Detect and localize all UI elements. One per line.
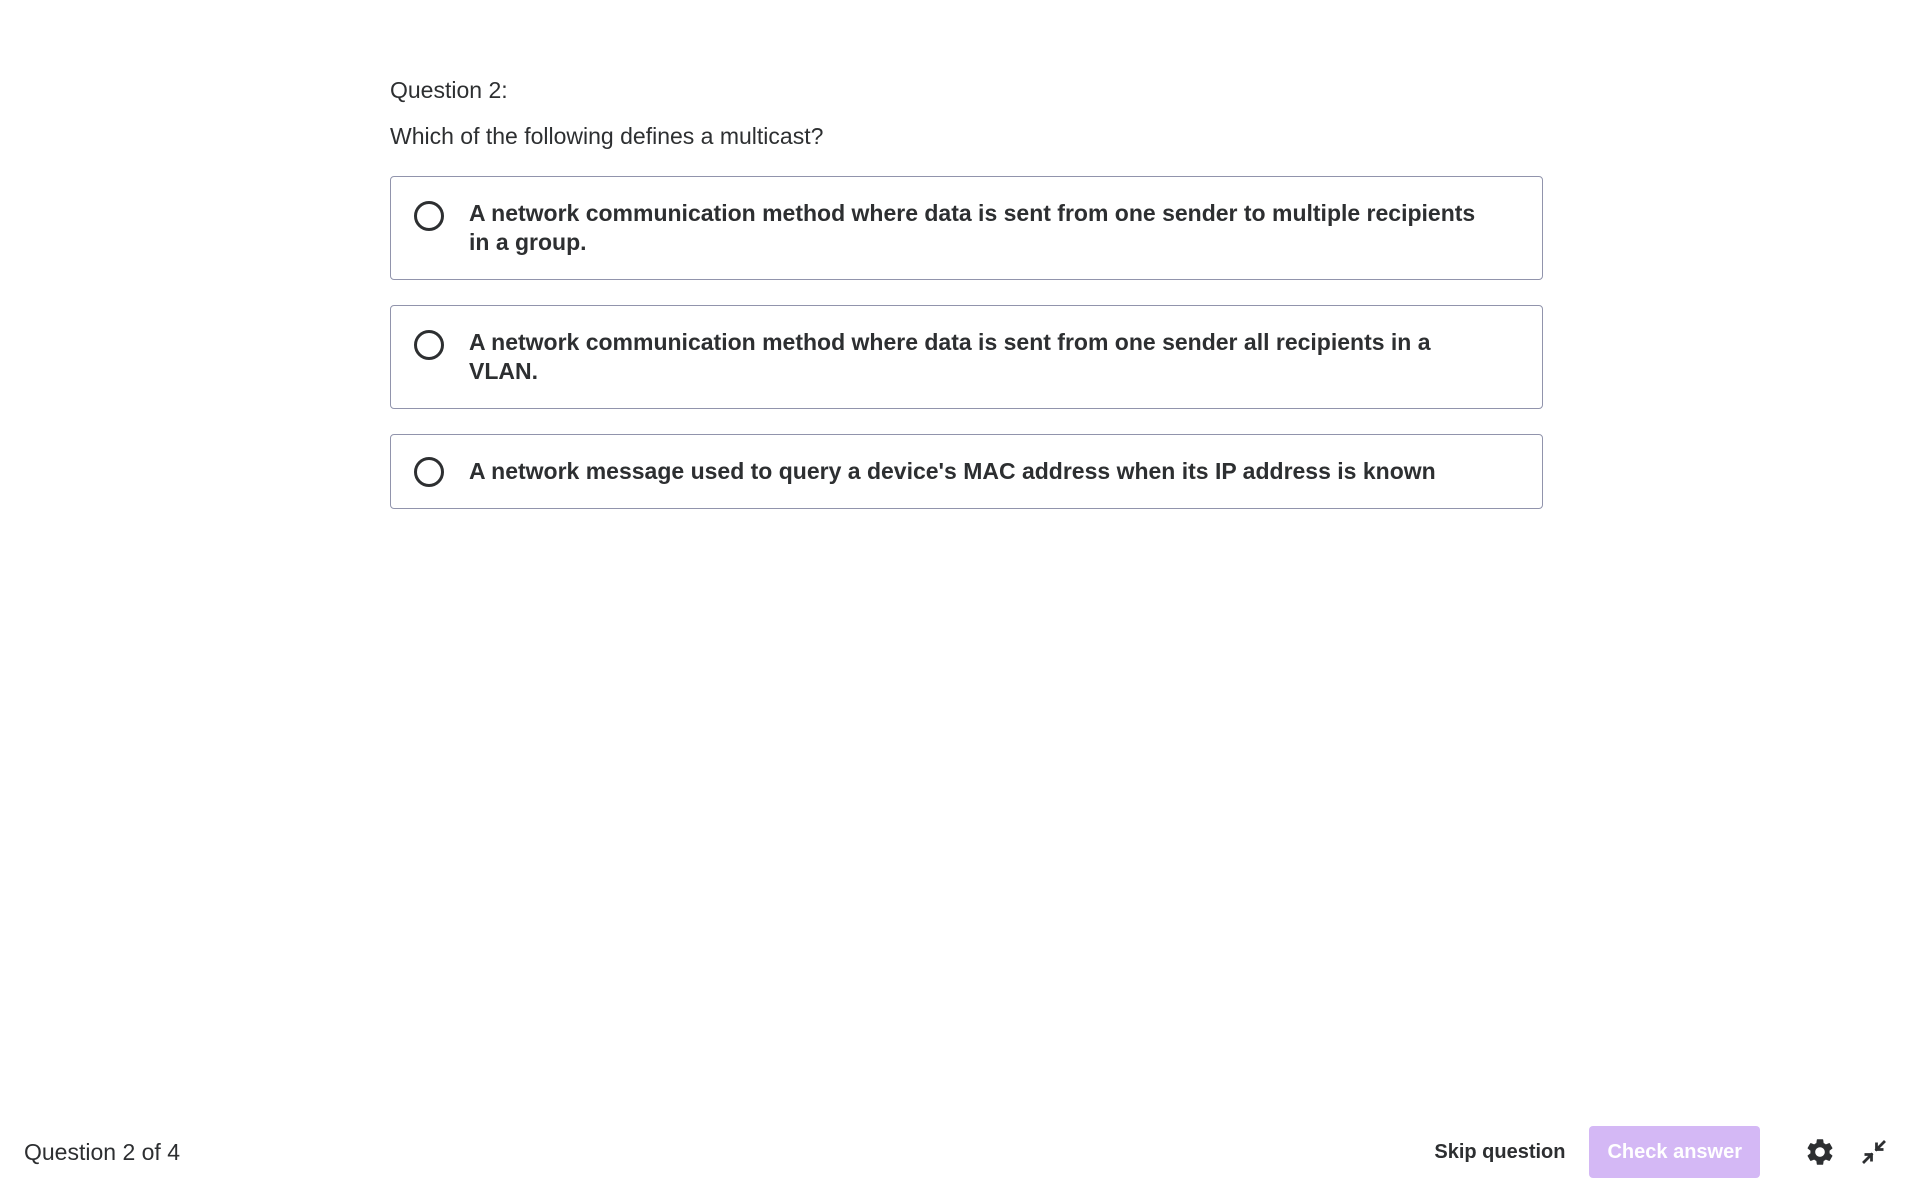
skip-question-button[interactable]: Skip question: [1420, 1127, 1579, 1177]
footer-actions: Skip question Check answer: [1420, 1126, 1896, 1178]
quiz-question: Question 2: Which of the following defin…: [390, 74, 1543, 509]
radio-button-icon[interactable]: [414, 201, 444, 231]
quiz-footer: Question 2 of 4 Skip question Check answ…: [0, 1110, 1920, 1200]
answer-options: A network communication method where dat…: [390, 176, 1543, 509]
question-prompt: Which of the following defines a multica…: [390, 123, 824, 149]
answer-option-1[interactable]: A network communication method where dat…: [390, 176, 1543, 280]
check-answer-button[interactable]: Check answer: [1589, 1126, 1760, 1178]
answer-option-text: A network message used to query a device…: [469, 458, 1436, 484]
radio-button-icon[interactable]: [414, 457, 444, 487]
quiz-page: Question 2: Which of the following defin…: [0, 0, 1920, 1200]
collapse-icon[interactable]: [1852, 1130, 1896, 1174]
radio-button-icon[interactable]: [414, 330, 444, 360]
answer-option-text: A network communication method where dat…: [469, 329, 1431, 384]
question-progress: Question 2 of 4: [24, 1139, 180, 1165]
gear-icon[interactable]: [1798, 1130, 1842, 1174]
answer-option-3[interactable]: A network message used to query a device…: [390, 434, 1543, 509]
answer-option-2[interactable]: A network communication method where dat…: [390, 305, 1543, 409]
answer-option-text: A network communication method where dat…: [469, 200, 1476, 255]
question-number: Question 2:: [390, 77, 508, 103]
